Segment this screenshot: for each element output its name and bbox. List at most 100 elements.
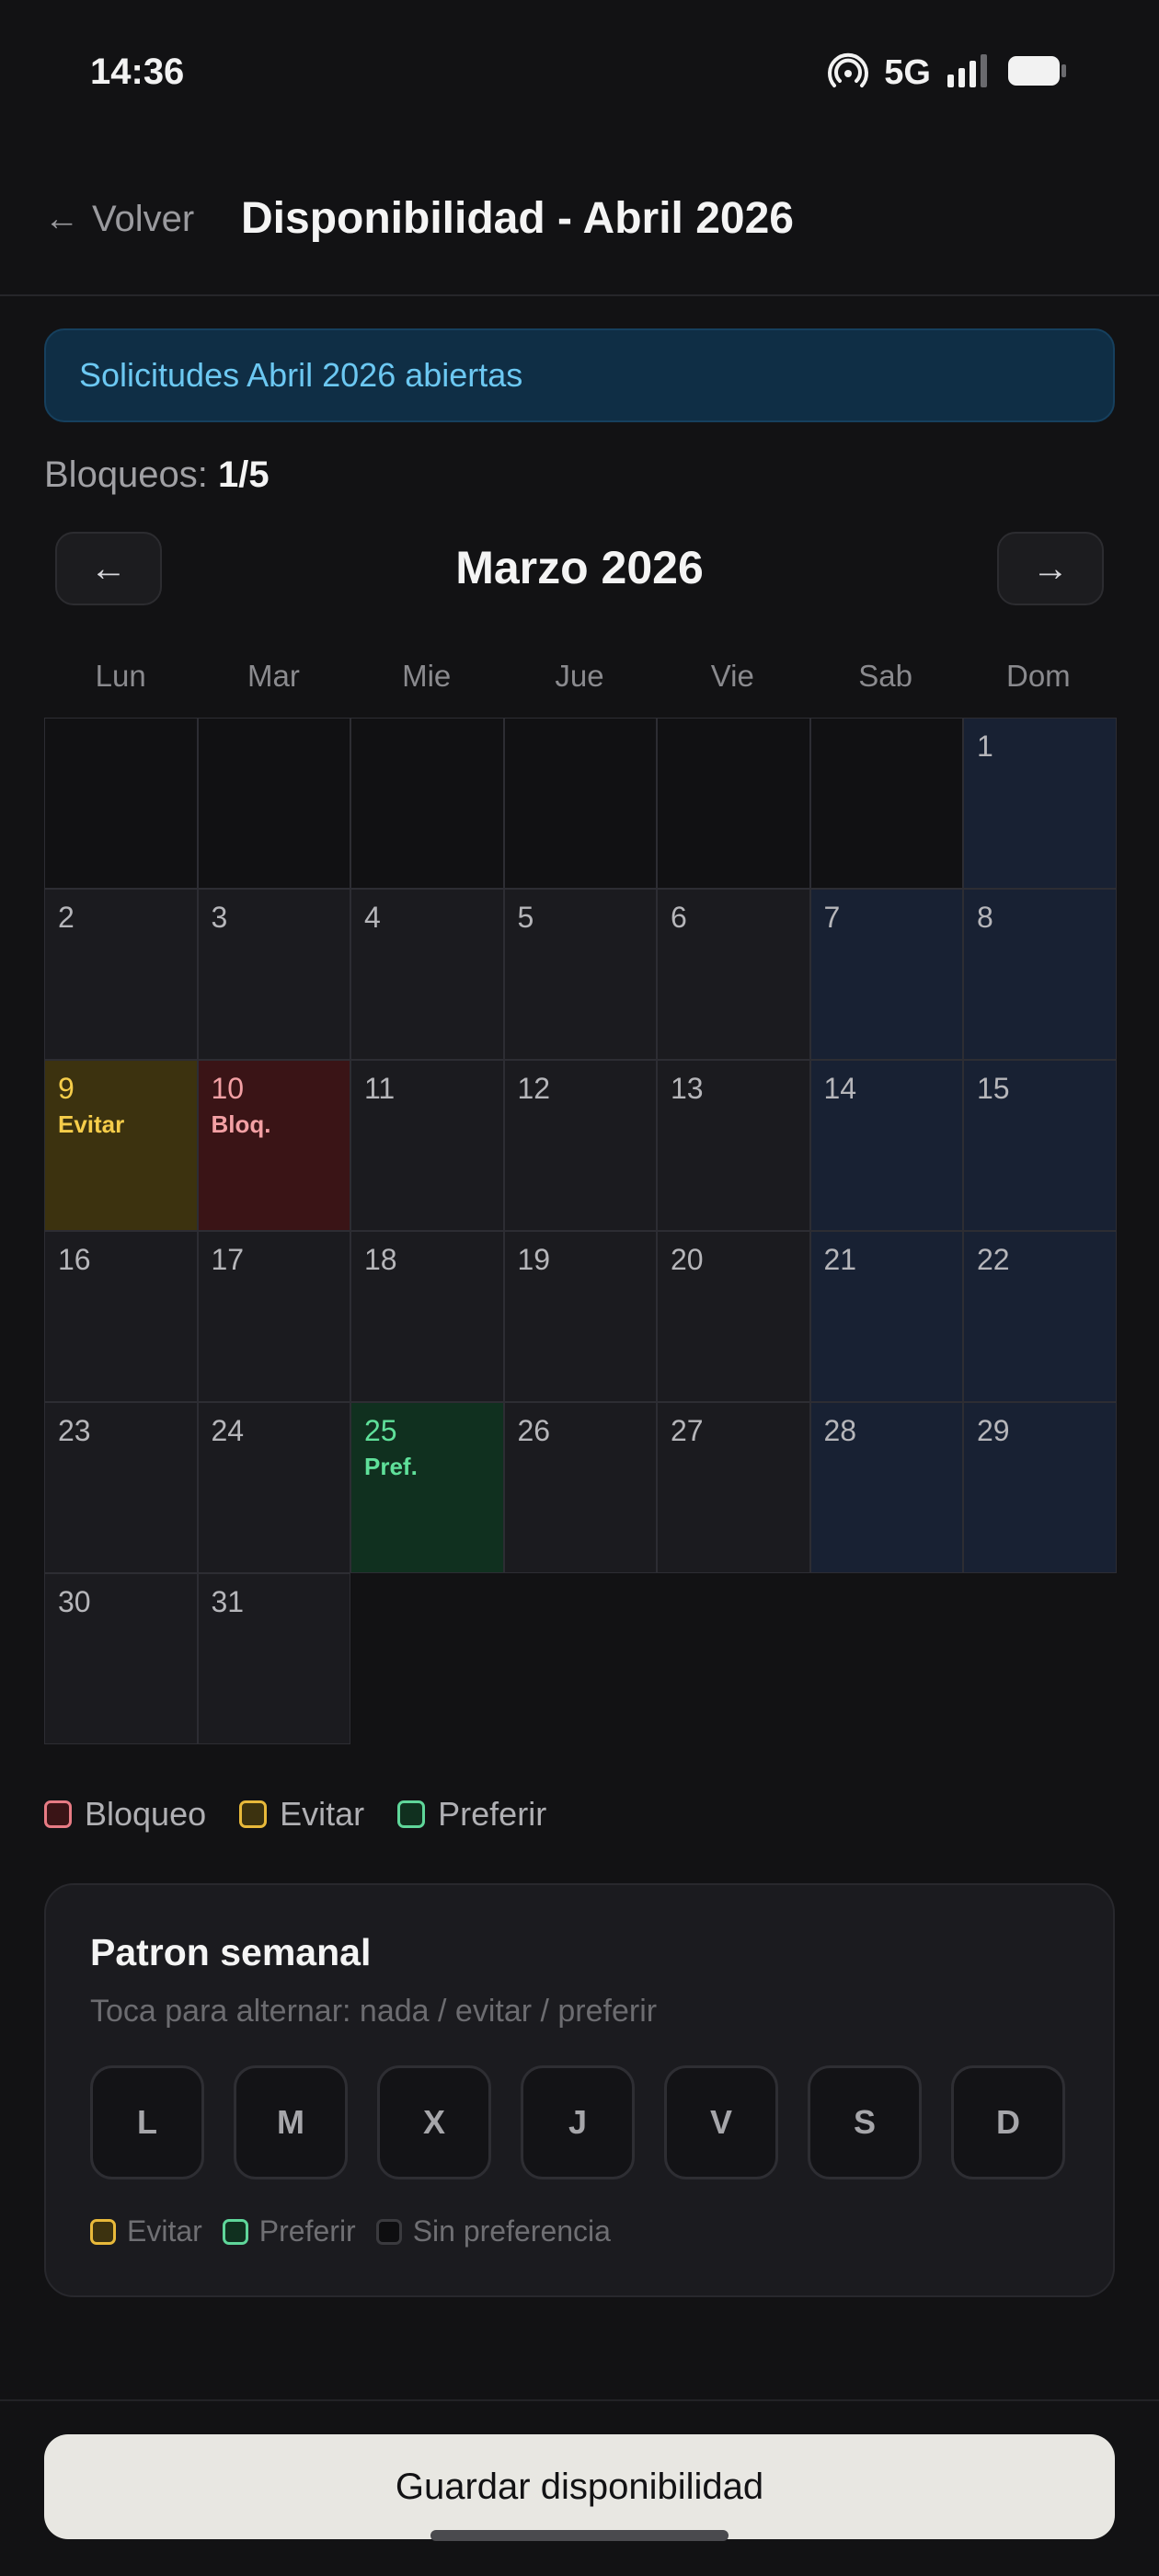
calendar-day-cell[interactable]: 13 <box>657 1060 810 1231</box>
legend-label: Bloqueo <box>85 1795 207 1833</box>
calendar-day-cell[interactable]: 2 <box>44 889 198 1060</box>
weekday-toggle-v[interactable]: V <box>664 2065 778 2179</box>
day-number: 26 <box>517 1414 551 1447</box>
calendar-empty-cell <box>503 718 657 889</box>
calendar-day-cell[interactable]: 12 <box>503 1060 657 1231</box>
calendar-day-cell[interactable]: 20 <box>657 1231 810 1402</box>
weekday-toggle-j[interactable]: J <box>521 2065 635 2179</box>
day-status-tag: Pref. <box>364 1453 418 1480</box>
none-swatch <box>375 2218 402 2245</box>
calendar-empty-cell <box>350 718 504 889</box>
day-number: 19 <box>517 1243 551 1276</box>
preferir-swatch <box>397 1800 426 1828</box>
legend-preferir: Preferir <box>397 1795 546 1834</box>
calendar-grid: 1 2 3 4 5 6 7 8 9 Evitar 10 Bloq. 11 12 13 14 15 16 17 18 19… <box>44 718 1117 1744</box>
status-time: 14:36 <box>90 52 185 92</box>
weekday-label: Sab <box>858 659 912 693</box>
calendar-day-cell[interactable]: 18 <box>350 1231 504 1402</box>
calendar-day-cell[interactable]: 28 <box>809 1402 963 1573</box>
legend-label: Preferir <box>438 1795 547 1833</box>
info-banner: Solicitudes Abril 2026 abiertas <box>44 328 1115 422</box>
back-button[interactable]: ← Volver <box>44 199 194 240</box>
next-month-button[interactable]: → <box>997 532 1104 605</box>
calendar-day-cell[interactable]: 24 <box>197 1402 350 1573</box>
weekday-toggle-s[interactable]: S <box>808 2065 922 2179</box>
arrow-left-icon: ← <box>90 547 127 589</box>
calendar-day-cell[interactable]: 21 <box>809 1231 963 1402</box>
calendar-day-cell[interactable]: 14 <box>809 1060 963 1231</box>
pattern-subtitle: Toca para alternar: nada / evitar / pref… <box>90 1994 658 2029</box>
weekday-label: Mar <box>247 659 300 693</box>
calendar-day-cell[interactable]: 3 <box>197 889 350 1060</box>
legend-bloqueo: Bloqueo <box>44 1795 206 1834</box>
day-number: 31 <box>211 1585 245 1618</box>
calendar-day-cell[interactable]: 9 Evitar <box>44 1060 198 1231</box>
day-number: 29 <box>977 1414 1010 1447</box>
calendar-day-cell[interactable]: 7 <box>809 889 963 1060</box>
calendar-day-cell[interactable]: 6 <box>657 889 810 1060</box>
preferir-swatch <box>222 2218 248 2245</box>
calendar-day-cell[interactable]: 26 <box>503 1402 657 1573</box>
calendar-day-cell[interactable]: 1 <box>963 718 1117 889</box>
prev-month-button[interactable]: ← <box>55 532 162 605</box>
day-number: 24 <box>211 1414 245 1447</box>
battery-icon <box>1006 52 1069 94</box>
calendar-day-cell[interactable]: 19 <box>503 1231 657 1402</box>
day-number: 30 <box>58 1585 91 1618</box>
weekday-label: Dom <box>1006 659 1071 693</box>
weekday-toggle-group: L M X J V S D <box>90 2065 1065 2179</box>
weekday-label: Jue <box>555 659 604 693</box>
network-type: 5G <box>884 53 931 92</box>
calendar-empty-cell <box>44 718 198 889</box>
day-number: 13 <box>671 1072 704 1105</box>
calendar-day-cell[interactable]: 15 <box>963 1060 1117 1231</box>
calendar-empty-cell <box>809 718 963 889</box>
calendar-day-cell[interactable]: 5 <box>503 889 657 1060</box>
calendar-day-cell[interactable]: 27 <box>657 1402 810 1573</box>
calendar-day-cell[interactable]: 16 <box>44 1231 198 1402</box>
arrow-right-icon: → <box>1032 547 1069 589</box>
pattern-legend-none: Sin preferencia <box>375 2214 611 2248</box>
calendar-day-cell[interactable]: 29 <box>963 1402 1117 1573</box>
calendar-day-cell[interactable]: 23 <box>44 1402 198 1573</box>
calendar-day-cell[interactable]: 8 <box>963 889 1117 1060</box>
day-number: 15 <box>977 1072 1010 1105</box>
day-number: 18 <box>364 1243 397 1276</box>
blocks-value: 1/5 <box>218 454 270 495</box>
weekly-pattern-card: Patron semanal Toca para alternar: nada … <box>44 1883 1115 2297</box>
day-number: 16 <box>58 1243 91 1276</box>
pattern-legend: Evitar Preferir Sin preferencia <box>90 2214 611 2248</box>
day-number: 14 <box>823 1072 857 1105</box>
day-number: 23 <box>58 1414 91 1447</box>
banner-text: Solicitudes Abril 2026 abiertas <box>79 356 523 394</box>
bloqueo-swatch <box>44 1800 72 1828</box>
day-number: 1 <box>977 730 993 763</box>
calendar-day-cell[interactable]: 22 <box>963 1231 1117 1402</box>
weekday-toggle-x[interactable]: X <box>377 2065 491 2179</box>
pattern-legend-preferir: Preferir <box>222 2214 356 2248</box>
legend-evitar: Evitar <box>239 1795 364 1834</box>
day-number: 9 <box>58 1072 75 1105</box>
calendar-day-cell[interactable]: 11 <box>350 1060 504 1231</box>
save-availability-button[interactable]: Guardar disponibilidad <box>44 2434 1115 2539</box>
legend-label: Preferir <box>258 2214 356 2248</box>
signal-icon <box>946 52 992 94</box>
day-number: 27 <box>671 1414 704 1447</box>
day-number: 11 <box>364 1072 396 1105</box>
day-status-tag: Bloq. <box>211 1110 271 1138</box>
calendar-day-cell[interactable]: 30 <box>44 1573 198 1744</box>
day-number: 10 <box>211 1072 245 1105</box>
weekday-toggle-l[interactable]: L <box>90 2065 204 2179</box>
home-indicator[interactable] <box>430 2530 729 2541</box>
day-number: 3 <box>211 901 228 934</box>
calendar-day-cell[interactable]: 17 <box>197 1231 350 1402</box>
status-icons: 5G <box>827 50 1069 97</box>
calendar-day-cell[interactable]: 25 Pref. <box>350 1402 504 1573</box>
calendar-day-cell[interactable]: 31 <box>197 1573 350 1744</box>
weekday-toggle-d[interactable]: D <box>951 2065 1065 2179</box>
day-number: 20 <box>671 1243 704 1276</box>
header: ← Volver Disponibilidad - Abril 2026 <box>0 147 1159 296</box>
calendar-day-cell[interactable]: 4 <box>350 889 504 1060</box>
weekday-toggle-m[interactable]: M <box>234 2065 348 2179</box>
calendar-day-cell[interactable]: 10 Bloq. <box>197 1060 350 1231</box>
